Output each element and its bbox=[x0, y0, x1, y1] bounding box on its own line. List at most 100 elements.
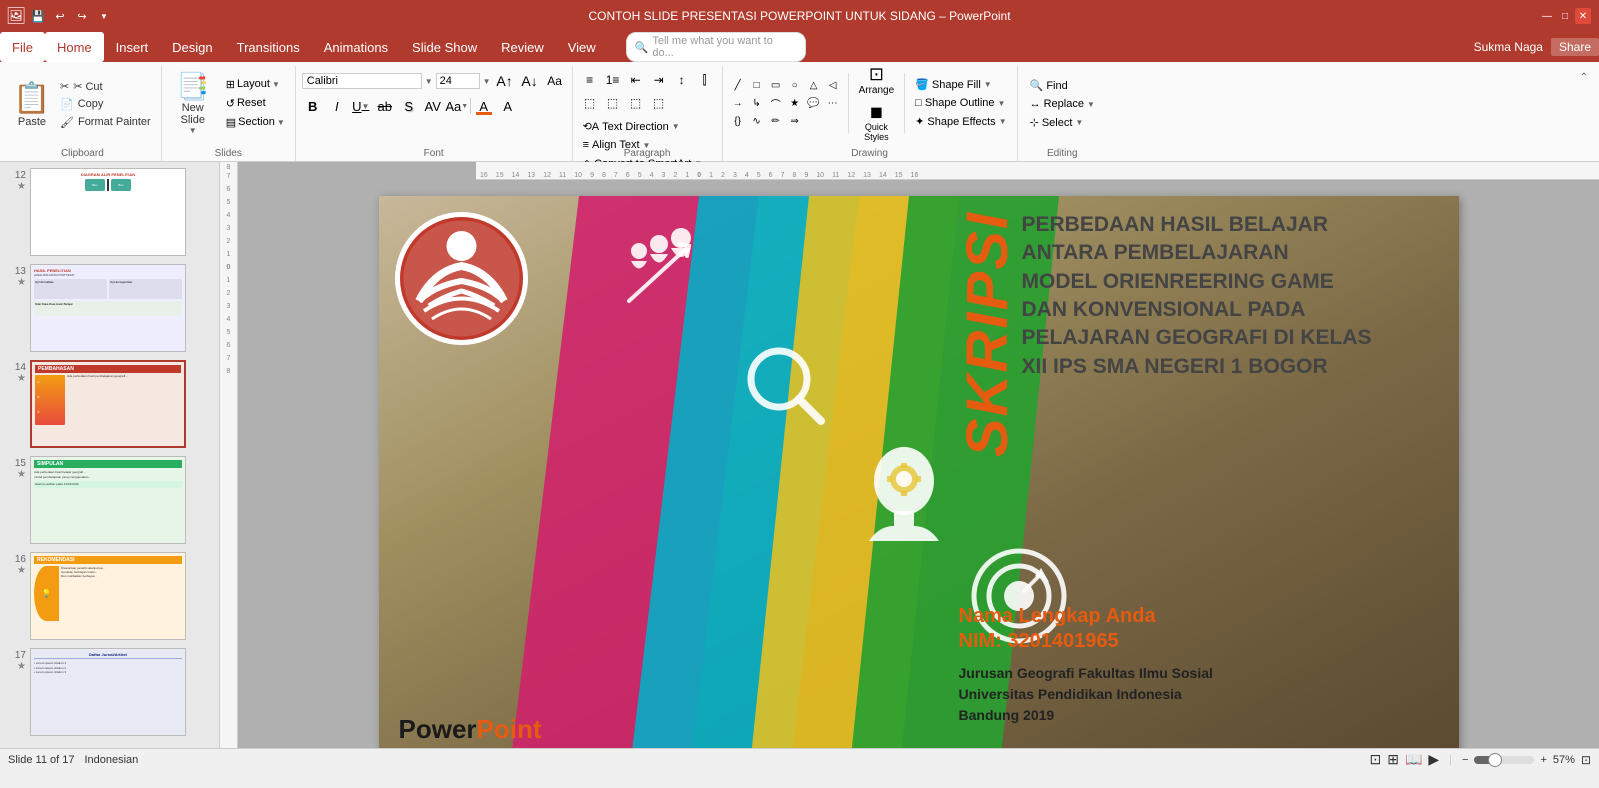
slide-canvas[interactable]: SKRIPSI PERBEDAAN HASIL BELAJAR ANTARA P… bbox=[379, 196, 1459, 748]
view-slideshow-btn[interactable]: ▶ bbox=[1428, 751, 1439, 768]
font-spacing-btn[interactable]: AV bbox=[422, 95, 444, 117]
shape-curve[interactable]: ∿ bbox=[748, 113, 766, 129]
columns-btn[interactable]: ⫿ bbox=[694, 70, 716, 90]
redo-btn[interactable]: ↪ bbox=[74, 8, 90, 24]
slide-thumb-15[interactable]: 15 ★ SIMPULAN Ada perbedaan hasil belaja… bbox=[4, 454, 215, 546]
align-center-btn[interactable]: ⬚ bbox=[602, 93, 624, 113]
name-affiliation-area: Nama Lengkap Anda NIM: 3201401965 Jurusa… bbox=[959, 605, 1449, 726]
align-right-btn[interactable]: ⬚ bbox=[625, 93, 647, 113]
bold-button[interactable]: B bbox=[302, 95, 324, 117]
slide-num-16: 16 bbox=[12, 554, 26, 565]
numbering-btn[interactable]: 1≡ bbox=[602, 70, 624, 90]
view-reading-btn[interactable]: 📖 bbox=[1405, 751, 1422, 768]
arrange-button[interactable]: ⊡ Arrange bbox=[855, 62, 899, 98]
slide-num-15: 15 bbox=[12, 458, 26, 469]
select-button[interactable]: ⊹ Select ▼ bbox=[1024, 114, 1101, 131]
shape-freeform[interactable]: ✏ bbox=[767, 113, 785, 129]
close-btn[interactable]: ✕ bbox=[1575, 8, 1591, 24]
replace-button[interactable]: ↔ Replace ▼ bbox=[1024, 96, 1101, 112]
shape-rtri[interactable]: ◁ bbox=[824, 77, 842, 93]
tell-me-input[interactable]: 🔍 Tell me what you want to do... bbox=[626, 32, 806, 62]
ribbon-collapse-button[interactable]: ⌃ bbox=[1577, 70, 1591, 84]
shape-line[interactable]: ╱ bbox=[729, 77, 747, 93]
share-btn[interactable]: Share bbox=[1551, 38, 1599, 56]
menu-review[interactable]: Review bbox=[489, 32, 556, 62]
section-button[interactable]: ▤ Section ▼ bbox=[222, 114, 289, 131]
slide-thumb-17[interactable]: 17 ★ Daftar Jurnal/Artikel • Lorem ipsum… bbox=[4, 646, 215, 738]
underline-button[interactable]: U▼ bbox=[350, 95, 372, 117]
font-size-input[interactable] bbox=[436, 73, 480, 89]
shape-bend-arrow[interactable]: ↳ bbox=[748, 95, 766, 111]
font-name-input[interactable] bbox=[302, 73, 422, 89]
menu-home[interactable]: Home bbox=[45, 32, 104, 62]
shape-callout[interactable]: 💬 bbox=[805, 95, 823, 111]
view-sorter-btn[interactable]: ⊞ bbox=[1387, 751, 1399, 768]
zoom-level[interactable]: 57% bbox=[1553, 754, 1575, 766]
view-normal-btn[interactable]: ⊡ bbox=[1369, 751, 1381, 768]
clear-format-btn[interactable]: Aa bbox=[544, 70, 566, 92]
text-direction-button[interactable]: ⟲A Text Direction ▼ bbox=[579, 118, 716, 135]
zoom-slider[interactable] bbox=[1474, 756, 1534, 764]
shape-tri[interactable]: △ bbox=[805, 77, 823, 93]
new-slide-dropdown[interactable]: ▼ bbox=[189, 126, 197, 135]
font-name-dropdown[interactable]: ▼ bbox=[425, 77, 433, 86]
zoom-minus-btn[interactable]: − bbox=[1462, 754, 1468, 766]
quick-styles-button[interactable]: ◼ QuickStyles bbox=[860, 100, 893, 144]
shape-outline-button[interactable]: □ Shape Outline ▼ bbox=[911, 95, 1010, 111]
maximize-btn[interactable]: □ bbox=[1557, 8, 1573, 24]
fit-button[interactable]: ⊡ bbox=[1581, 753, 1591, 767]
shape-effects-button[interactable]: ✦ Shape Effects ▼ bbox=[911, 113, 1010, 130]
shape-arrow[interactable]: → bbox=[729, 95, 747, 111]
shape-more[interactable]: ⋯ bbox=[824, 95, 842, 111]
decrease-indent-btn[interactable]: ⇤ bbox=[625, 70, 647, 90]
font-color-btn[interactable]: A bbox=[473, 95, 495, 117]
slide-thumb-16[interactable]: 16 ★ REKOMENDASI 💡 Disarankan peneliti s… bbox=[4, 550, 215, 642]
menu-slideshow[interactable]: Slide Show bbox=[400, 32, 489, 62]
shape-fill-button[interactable]: 🪣 Shape Fill ▼ bbox=[911, 76, 1010, 93]
zoom-plus-btn[interactable]: + bbox=[1540, 754, 1546, 766]
layout-button[interactable]: ⊞ Layout ▼ bbox=[222, 76, 289, 93]
menu-design[interactable]: Design bbox=[160, 32, 224, 62]
menu-view[interactable]: View bbox=[556, 32, 608, 62]
paste-button[interactable]: 📋 Paste bbox=[10, 70, 54, 138]
slide-thumb-13[interactable]: 13 ★ HASIL PENELITIAN (ANALISIS DATA POS… bbox=[4, 262, 215, 354]
shape-rect[interactable]: □ bbox=[748, 77, 766, 93]
decrease-font-btn[interactable]: A↓ bbox=[519, 70, 541, 92]
highlight-btn[interactable]: A bbox=[497, 95, 519, 117]
find-button[interactable]: 🔍 Find bbox=[1024, 77, 1101, 94]
minimize-btn[interactable]: — bbox=[1539, 8, 1555, 24]
bullets-btn[interactable]: ≡ bbox=[579, 70, 601, 90]
align-left-btn[interactable]: ⬚ bbox=[579, 93, 601, 113]
menu-animations[interactable]: Animations bbox=[312, 32, 400, 62]
slide-thumb-12[interactable]: 12 ★ DIAGRAM ALIR PENELITIAN Box ↓ Box bbox=[4, 166, 215, 258]
reset-button[interactable]: ↺ Reset bbox=[222, 95, 289, 112]
shape-connector[interactable]: ⌒ bbox=[767, 95, 785, 111]
slide-thumb-14[interactable]: 14 ★ PEMBAHASAN ① ② ③ Ada perbedaan hasi… bbox=[4, 358, 215, 450]
menu-file[interactable]: File bbox=[0, 32, 45, 62]
save-quick-btn[interactable]: 💾 bbox=[30, 8, 46, 24]
italic-button[interactable]: I bbox=[326, 95, 348, 117]
font-size-dropdown[interactable]: ▼ bbox=[483, 77, 491, 86]
copy-button[interactable]: 📄 Copy bbox=[56, 96, 155, 113]
shape-rounded-rect[interactable]: ▭ bbox=[767, 77, 785, 93]
cut-button[interactable]: ✂ ✂ Cut bbox=[56, 78, 155, 95]
customize-qat-btn[interactable]: ▼ bbox=[96, 8, 112, 24]
line-spacing-btn[interactable]: ↕ bbox=[671, 70, 693, 90]
shape-star[interactable]: ★ bbox=[786, 95, 804, 111]
new-slide-button[interactable]: 📑 NewSlide ▼ bbox=[168, 71, 218, 135]
menu-insert[interactable]: Insert bbox=[104, 32, 161, 62]
menu-transitions[interactable]: Transitions bbox=[225, 32, 312, 62]
shadow-button[interactable]: S bbox=[398, 95, 420, 117]
strikethrough-button[interactable]: ab bbox=[374, 95, 396, 117]
shape-brace[interactable]: {} bbox=[729, 113, 747, 129]
horizontal-ruler: 16 15 14 13 12 11 10 9 8 7 6 5 4 3 2 1 0… bbox=[476, 162, 1599, 180]
shape-oval[interactable]: ○ bbox=[786, 77, 804, 93]
increase-font-btn[interactable]: A↑ bbox=[494, 70, 516, 92]
change-case-btn[interactable]: Aa▼ bbox=[446, 95, 468, 117]
justify-btn[interactable]: ⬚ bbox=[648, 93, 670, 113]
undo-btn[interactable]: ↩ bbox=[52, 8, 68, 24]
increase-indent-btn[interactable]: ⇥ bbox=[648, 70, 670, 90]
shape-block-arr[interactable]: ⇒ bbox=[786, 113, 804, 129]
find-icon: 🔍 bbox=[1030, 79, 1044, 92]
format-painter-button[interactable]: 🖌 Format Painter bbox=[56, 114, 155, 131]
